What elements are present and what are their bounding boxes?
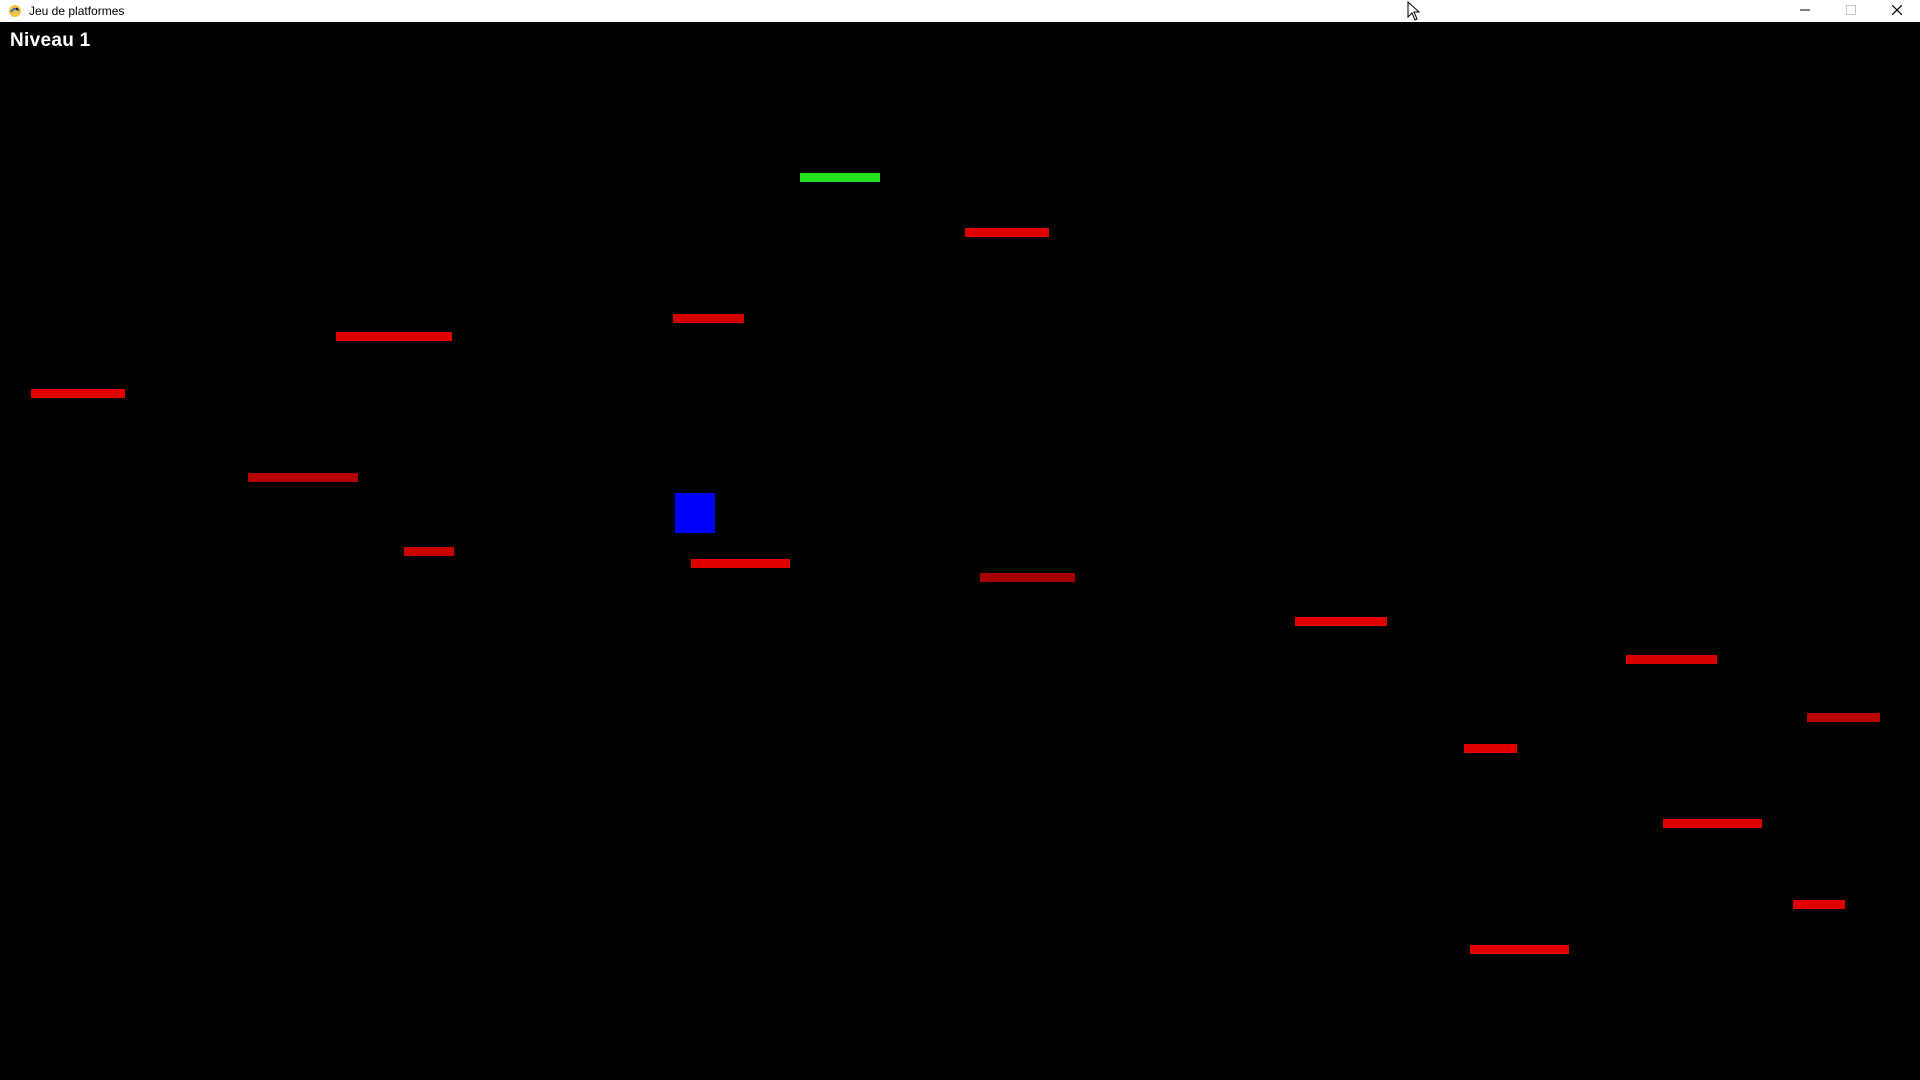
platform (1295, 617, 1387, 626)
platform (965, 228, 1049, 237)
minimize-button[interactable] (1782, 0, 1828, 22)
player-square (675, 493, 715, 533)
platform (1464, 744, 1517, 753)
platform (404, 547, 454, 556)
pygame-snake-icon (7, 3, 23, 19)
window-title: Jeu de platformes (29, 4, 125, 18)
platform (31, 389, 125, 398)
maximize-button[interactable] (1828, 0, 1874, 22)
platform (980, 573, 1075, 582)
platform (1626, 655, 1717, 664)
mouse-cursor-icon (1407, 0, 1421, 21)
platform (1470, 945, 1569, 954)
platform (1793, 900, 1845, 909)
game-canvas[interactable]: Niveau 1 (0, 22, 1920, 1080)
close-icon (1891, 2, 1903, 20)
title-bar[interactable]: Jeu de platformes (0, 0, 1920, 22)
goal-platform (800, 173, 880, 182)
minimize-icon (1800, 2, 1810, 20)
close-button[interactable] (1874, 0, 1920, 22)
platform (336, 332, 452, 341)
maximize-icon (1846, 2, 1856, 20)
platform (1663, 819, 1762, 828)
platform (673, 314, 744, 323)
level-label: Niveau 1 (10, 30, 91, 51)
game-window: Jeu de platformes Niveau 1 (0, 0, 1920, 1080)
platform (248, 473, 358, 482)
platform (691, 559, 790, 568)
platform (1807, 713, 1880, 722)
